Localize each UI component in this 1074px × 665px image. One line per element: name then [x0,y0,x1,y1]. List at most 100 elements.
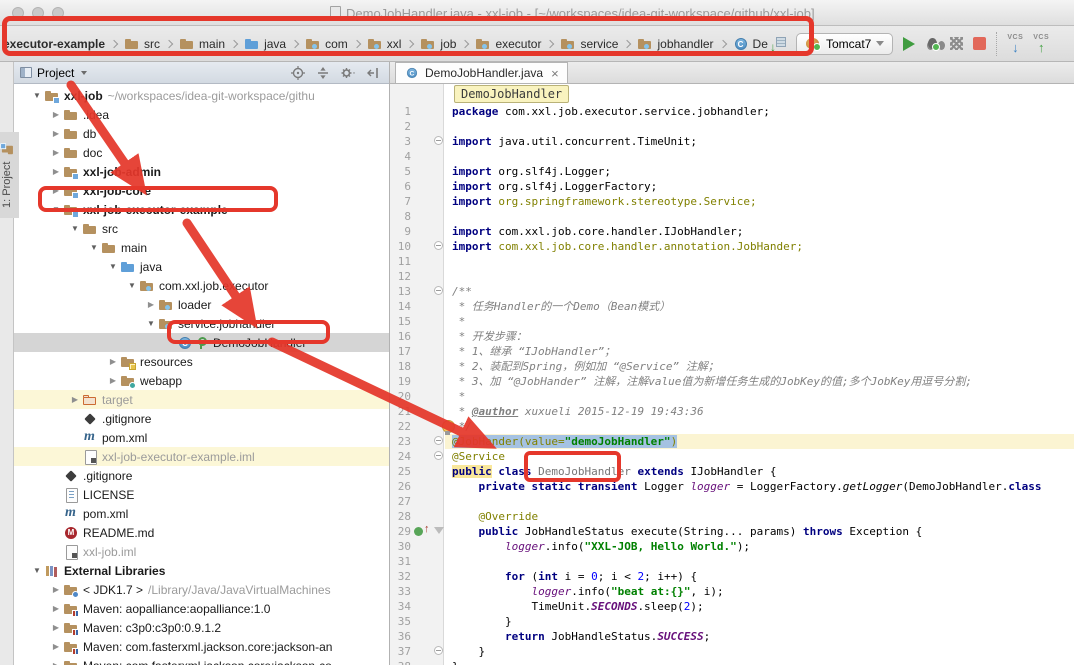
breadcrumb-item-executor-example[interactable]: executor-example [2,37,106,51]
tree-item-maven-c3p0-c3p0-0-9-1-2[interactable]: ▶Maven: c3p0:c3p0:0.9.1.2 [14,618,389,637]
breadcrumb-item-src[interactable]: src [123,36,161,52]
tree-item-xxl-job-admin[interactable]: ▶xxl-job-admin [14,162,389,181]
code-line-25[interactable]: public class DemoJobHandler extends IJob… [445,464,1074,479]
code-line-35[interactable]: } [445,614,1074,629]
tree-item-webapp[interactable]: ▶webapp [14,371,389,390]
tree-item-maven-com-fasterxml-jackson-core-jackson-an[interactable]: ▶Maven: com.fasterxml.jackson.core:jacks… [14,637,389,656]
tree-item-xxl-job-core[interactable]: ▶xxl-job-core [14,181,389,200]
tree-item-pom-xml[interactable]: pom.xml [14,428,389,447]
breadcrumb-item-main[interactable]: main [178,36,226,52]
tree-item-resources[interactable]: ▶resources [14,352,389,371]
tree-item--idea[interactable]: ▶.idea [14,105,389,124]
code-line-29[interactable]: public JobHandleStatus execute(String...… [445,524,1074,539]
vcs-commit-button[interactable]: VCS↑ [1033,34,1049,54]
code-line-32[interactable]: for (int i = 0; i < 2; i++) { [445,569,1074,584]
breadcrumb-item-job[interactable]: job [419,36,457,52]
intention-bulb-icon[interactable] [442,420,454,435]
tree-item-external-libraries[interactable]: ▼External Libraries [14,561,389,580]
breadcrumb-item-java[interactable]: java [243,36,287,52]
tree-item-db[interactable]: ▶db [14,124,389,143]
fold-marker-icon[interactable] [434,646,443,655]
tree-item--gitignore[interactable]: .gitignore [14,466,389,485]
fold-marker-icon[interactable] [434,527,444,534]
breadcrumb-item-com[interactable]: com [304,36,349,52]
tree-item-loader[interactable]: ▶loader [14,295,389,314]
tree-expand-icon[interactable]: ▶ [49,186,63,195]
tree-expand-icon[interactable]: ▼ [30,566,44,575]
code-line-12[interactable] [445,269,1074,284]
collapse-all-icon[interactable] [313,64,333,82]
tree-item-java[interactable]: ▼java [14,257,389,276]
tree-expand-icon[interactable]: ▼ [106,262,120,271]
fold-marker-icon[interactable] [434,436,443,445]
tree-expand-icon[interactable]: ▼ [87,243,101,252]
breadcrumb-item-demojobhandler[interactable]: DemoJobHandler [732,36,768,52]
tree-expand-icon[interactable]: ▶ [49,623,63,632]
gear-icon[interactable] [338,64,358,82]
code-line-28[interactable]: @Override [445,509,1074,524]
fold-marker-icon[interactable] [434,136,443,145]
tree-expand-icon[interactable]: ▶ [49,604,63,613]
vcs-update-button[interactable]: VCS↓ [1007,34,1023,54]
tree-item-maven-aopalliance-aopalliance-1-0[interactable]: ▶Maven: aopalliance:aopalliance:1.0 [14,599,389,618]
minimize-window-button[interactable] [32,7,44,19]
tree-item-com-xxl-job-executor[interactable]: ▼com.xxl.job.executor [14,276,389,295]
tree-expand-icon[interactable]: ▶ [49,642,63,651]
tree-item-xxl-job-iml[interactable]: xxl-job.iml [14,542,389,561]
code-line-34[interactable]: TimeUnit.SECONDS.sleep(2); [445,599,1074,614]
tree-item-xxl-job-executor-example[interactable]: ▼xxl-job-executor-example [14,200,389,219]
code-line-11[interactable] [445,254,1074,269]
breadcrumb-item-executor[interactable]: executor [474,36,542,52]
tree-item-src[interactable]: ▼src [14,219,389,238]
tree-expand-icon[interactable]: ▶ [144,300,158,309]
tree-item-doc[interactable]: ▶doc [14,143,389,162]
tree-expand-icon[interactable]: ▶ [49,167,63,176]
code-line-6[interactable]: import org.slf4j.LoggerFactory; [445,179,1074,194]
tree-item-main[interactable]: ▼main [14,238,389,257]
tree-item-service-jobhandler[interactable]: ▼service.jobhandler [14,314,389,333]
tree-item-license[interactable]: LICENSE [14,485,389,504]
hide-panel-icon[interactable] [363,64,383,82]
coverage-button[interactable] [950,37,963,50]
run-configuration-select[interactable]: Tomcat7 [796,33,893,55]
tree-expand-icon[interactable]: ▶ [106,357,120,366]
tree-item-xxl-job[interactable]: ▼xxl-job ~/workspaces/idea-git-workspace… [14,86,389,105]
code-line-36[interactable]: return JobHandleStatus.SUCCESS; [445,629,1074,644]
tree-item--gitignore[interactable]: .gitignore [14,409,389,428]
breadcrumb-item-xxl[interactable]: xxl [366,36,403,52]
override-method-icon[interactable] [414,526,434,538]
fold-marker-icon[interactable] [434,451,443,460]
zoom-window-button[interactable] [52,7,64,19]
code-line-20[interactable]: * [445,389,1074,404]
stop-button[interactable] [973,37,986,50]
code-line-5[interactable]: import org.slf4j.Logger; [445,164,1074,179]
close-icon[interactable]: × [551,67,559,80]
locate-icon[interactable] [288,64,308,82]
code-line-33[interactable]: logger.info("beat at:{}", i); [445,584,1074,599]
tree-expand-icon[interactable]: ▶ [49,110,63,119]
tree-item-pom-xml[interactable]: pom.xml [14,504,389,523]
code-line-16[interactable]: * 开发步骤： [445,329,1074,344]
breadcrumb-item-jobhandler[interactable]: jobhandler [636,36,714,52]
tree-expand-icon[interactable]: ▼ [68,224,82,233]
chevron-down-icon[interactable] [81,71,87,75]
code-line-22[interactable]: */ [445,419,1074,434]
code-line-37[interactable]: } [445,644,1074,659]
close-window-button[interactable] [12,7,24,19]
tree-expand-icon[interactable]: ▶ [49,585,63,594]
tree-item-target[interactable]: ▶target [14,390,389,409]
code-line-9[interactable]: import com.xxl.job.core.handler.IJobHand… [445,224,1074,239]
tree-expand-icon[interactable]: ▼ [49,205,63,214]
code-line-2[interactable] [445,119,1074,134]
tree-expand-icon[interactable]: ▶ [49,661,63,665]
code-line-18[interactable]: * 2、装配到Spring，例如加 “@Service” 注解； [445,359,1074,374]
code-line-24[interactable]: @Service [445,449,1074,464]
code-line-31[interactable] [445,554,1074,569]
code-line-21[interactable]: * @author xuxueli 2015-12-19 19:43:36 [445,404,1074,419]
tree-item-readme-md[interactable]: README.md [14,523,389,542]
code-line-27[interactable] [445,494,1074,509]
tree-item--jdk1-7-[interactable]: ▶< JDK1.7 > /Library/Java/JavaVirtualMac… [14,580,389,599]
tree-expand-icon[interactable]: ▼ [125,281,139,290]
run-button[interactable] [903,37,915,51]
code-line-23[interactable]: @JobHander(value="demoJobHandler") [445,434,1074,449]
